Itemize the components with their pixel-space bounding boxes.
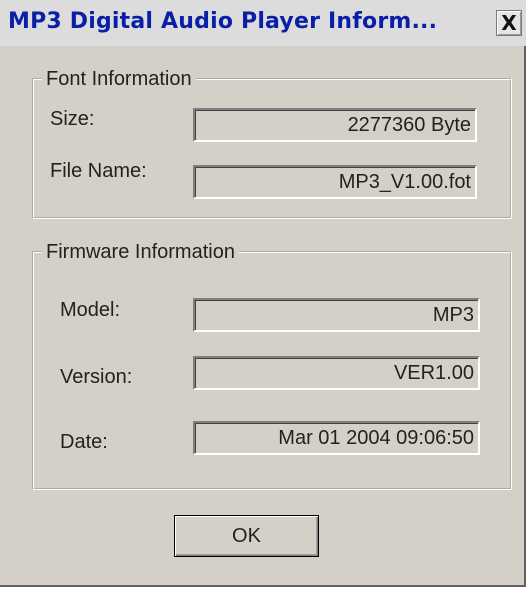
size-label: Size: bbox=[50, 108, 95, 130]
close-icon: X bbox=[501, 11, 517, 35]
font-information-legend: Font Information bbox=[46, 68, 192, 90]
model-label: Model: bbox=[60, 299, 121, 321]
version-label: Version: bbox=[60, 366, 133, 388]
model-field: MP3 bbox=[193, 298, 480, 332]
title-bar[interactable]: MP3 Digital Audio Player Inform... X bbox=[0, 0, 526, 46]
ok-button[interactable]: OK bbox=[174, 515, 319, 557]
close-button[interactable]: X bbox=[496, 10, 522, 36]
date-label: Date: bbox=[60, 431, 108, 453]
version-field: VER1.00 bbox=[193, 356, 480, 390]
date-field: Mar 01 2004 09:06:50 bbox=[193, 421, 480, 455]
firmware-information-legend: Firmware Information bbox=[46, 241, 235, 263]
dialog-window: MP3 Digital Audio Player Inform... X Fon… bbox=[0, 0, 526, 587]
window-title: MP3 Digital Audio Player Inform... bbox=[8, 9, 438, 34]
file-name-field: MP3_V1.00.fot bbox=[193, 165, 477, 199]
file-name-label: File Name: bbox=[50, 160, 147, 182]
size-field: 2277360 Byte bbox=[193, 108, 477, 142]
